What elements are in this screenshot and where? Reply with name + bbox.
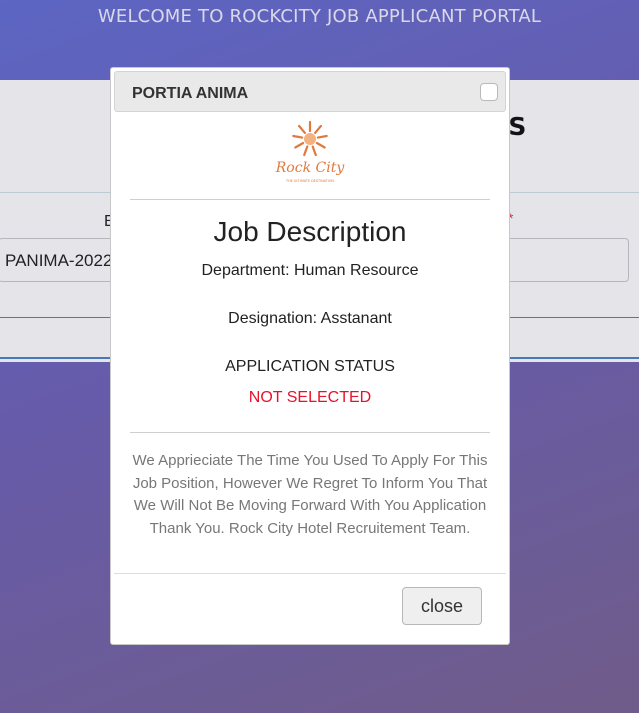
- application-status-value: NOT SELECTED: [248, 389, 372, 406]
- close-button[interactable]: close: [402, 587, 482, 625]
- applicant-name: PORTIA ANIMA: [132, 85, 249, 102]
- header-close-button[interactable]: [480, 83, 498, 101]
- job-description-heading: Job Description: [213, 216, 407, 247]
- modal-footer-divider: [114, 573, 506, 574]
- rock-city-logo: Rock City THE ULTIMATE DESTINATION: [275, 120, 346, 183]
- rejection-message: We Apprieciate The Time You Used To Appl…: [132, 452, 488, 537]
- modal-divider-top: [130, 199, 490, 200]
- job-status-modal: PORTIA ANIMA Rock City THE ULTIMATE DEST…: [110, 67, 510, 645]
- svg-text:THE ULTIMATE DESTINATION: THE ULTIMATE DESTINATION: [285, 179, 334, 183]
- designation-text: Designation: Asstanant: [228, 310, 392, 327]
- svg-text:Rock City: Rock City: [275, 160, 346, 176]
- modal-divider-bottom: [130, 432, 490, 433]
- modal-header: PORTIA ANIMA: [114, 71, 506, 112]
- application-status-label: APPLICATION STATUS: [225, 358, 395, 375]
- department-text: Department: Human Resource: [201, 262, 419, 279]
- sunburst-icon: [292, 120, 328, 157]
